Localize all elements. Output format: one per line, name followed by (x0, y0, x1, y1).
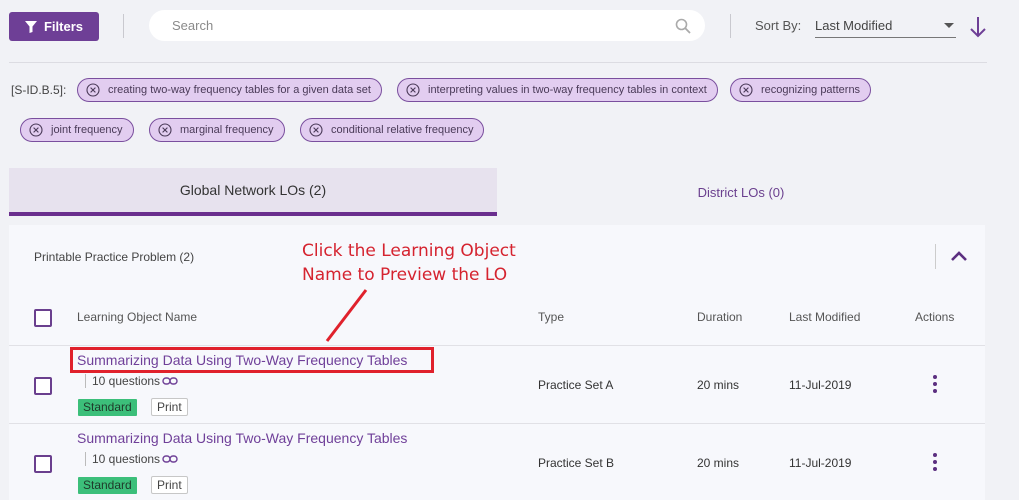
duration-cell: 20 mins (697, 456, 740, 470)
column-header-actions: Actions (915, 310, 955, 324)
chip-label: creating two-way frequency tables for a … (108, 84, 371, 96)
tab-label: Global Network LOs (2) (179, 182, 327, 198)
sort-direction-arrow-icon[interactable] (968, 15, 988, 39)
sort-value: Last Modified (815, 18, 893, 33)
chip-label: interpreting values in two-way frequency… (428, 84, 707, 96)
learning-object-name-link[interactable]: Summarizing Data Using Two-Way Frequency… (77, 430, 407, 446)
standard-code: [S-ID.B.5]: (11, 83, 67, 97)
chevron-up-icon[interactable] (949, 249, 969, 263)
remove-chip-icon[interactable] (309, 123, 323, 137)
more-actions-icon[interactable] (931, 453, 939, 471)
tab-label: District LOs (0) (697, 184, 785, 200)
print-badge: Print (151, 476, 188, 494)
sort-label: Sort By: (755, 18, 802, 33)
filters-button[interactable]: Filters (9, 12, 99, 41)
question-count: 10 questions (85, 374, 178, 388)
filter-chip: recognizing patterns (730, 78, 872, 102)
annotation-callout: Click the Learning Object Name to Previe… (302, 239, 516, 287)
remove-chip-icon[interactable] (739, 83, 753, 97)
sort-dropdown[interactable]: Last Modified (815, 14, 956, 38)
filter-chip: creating two-way frequency tables for a … (77, 78, 382, 102)
question-count: 10 questions (85, 452, 178, 466)
tab-global-network-los[interactable]: Global Network LOs (2) (9, 168, 497, 216)
more-actions-icon[interactable] (931, 375, 939, 393)
chip-label: joint frequency (51, 124, 123, 136)
search-bar[interactable] (149, 10, 705, 41)
column-header-last-modified[interactable]: Last Modified (789, 310, 860, 324)
print-badge: Print (151, 398, 188, 416)
search-input[interactable] (172, 18, 675, 33)
chevron-down-icon (944, 23, 954, 28)
type-cell: Practice Set B (538, 456, 615, 470)
toolbar-divider (123, 14, 124, 38)
chip-label: recognizing patterns (761, 84, 861, 96)
standard-badge: Standard (78, 399, 137, 416)
duration-cell: 20 mins (697, 378, 740, 392)
remove-chip-icon[interactable] (86, 83, 100, 97)
annotation-line-2: Name to Preview the LO (302, 265, 508, 285)
select-all-checkbox[interactable] (34, 309, 52, 327)
last-modified-cell: 11-Jul-2019 (789, 456, 852, 470)
filter-chip: marginal frequency (149, 118, 285, 142)
section-title: Printable Practice Problem (2) (34, 250, 195, 264)
remove-chip-icon[interactable] (406, 83, 420, 97)
remove-chip-icon[interactable] (29, 123, 43, 137)
search-icon[interactable] (675, 18, 691, 34)
column-header-type[interactable]: Type (538, 310, 564, 324)
filters-label: Filters (43, 19, 83, 34)
divider (935, 244, 936, 269)
link-icon[interactable] (162, 376, 178, 386)
annotation-line-1: Click the Learning Object (302, 241, 516, 261)
divider (9, 62, 987, 63)
annotation-highlight-box (70, 347, 434, 373)
divider (9, 345, 985, 346)
row-checkbox[interactable] (34, 455, 52, 473)
question-count-label: 10 questions (92, 374, 161, 388)
filter-chip: conditional relative frequency (300, 118, 485, 142)
standard-badge: Standard (78, 477, 137, 494)
link-icon[interactable] (162, 454, 178, 464)
divider (9, 423, 985, 424)
filter-chip: interpreting values in two-way frequency… (397, 78, 718, 102)
chip-label: marginal frequency (180, 124, 274, 136)
last-modified-cell: 11-Jul-2019 (789, 378, 852, 392)
question-count-label: 10 questions (92, 452, 161, 466)
toolbar-divider (730, 14, 731, 38)
column-header-name[interactable]: Learning Object Name (77, 310, 197, 324)
filter-chip: joint frequency (20, 118, 134, 142)
chip-label: conditional relative frequency (331, 124, 474, 136)
remove-chip-icon[interactable] (158, 123, 172, 137)
filter-icon (24, 20, 37, 33)
tab-district-los[interactable]: District LOs (0) (497, 168, 985, 216)
type-cell: Practice Set A (538, 378, 614, 392)
row-checkbox[interactable] (34, 377, 52, 395)
column-header-duration[interactable]: Duration (697, 310, 742, 324)
